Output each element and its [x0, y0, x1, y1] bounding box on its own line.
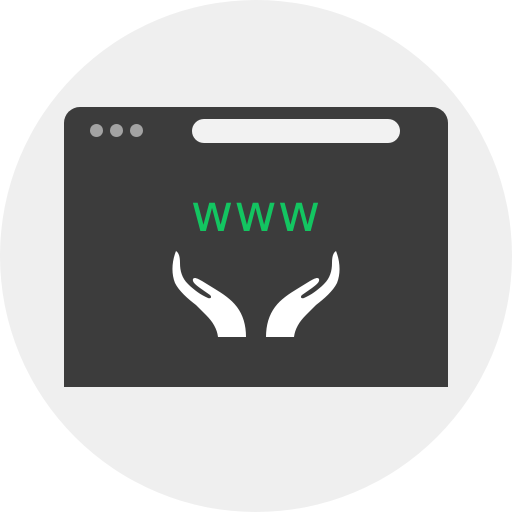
- left-hand-icon: [172, 251, 246, 337]
- hands-holding-icon: [172, 251, 340, 337]
- right-hand-icon: [266, 251, 340, 337]
- window-dot-2: [110, 124, 123, 137]
- icon-canvas: www: [0, 0, 512, 512]
- window-dot-1: [90, 124, 103, 137]
- window-dot-3: [130, 124, 143, 137]
- address-bar: [192, 119, 400, 143]
- www-label: www: [190, 184, 322, 244]
